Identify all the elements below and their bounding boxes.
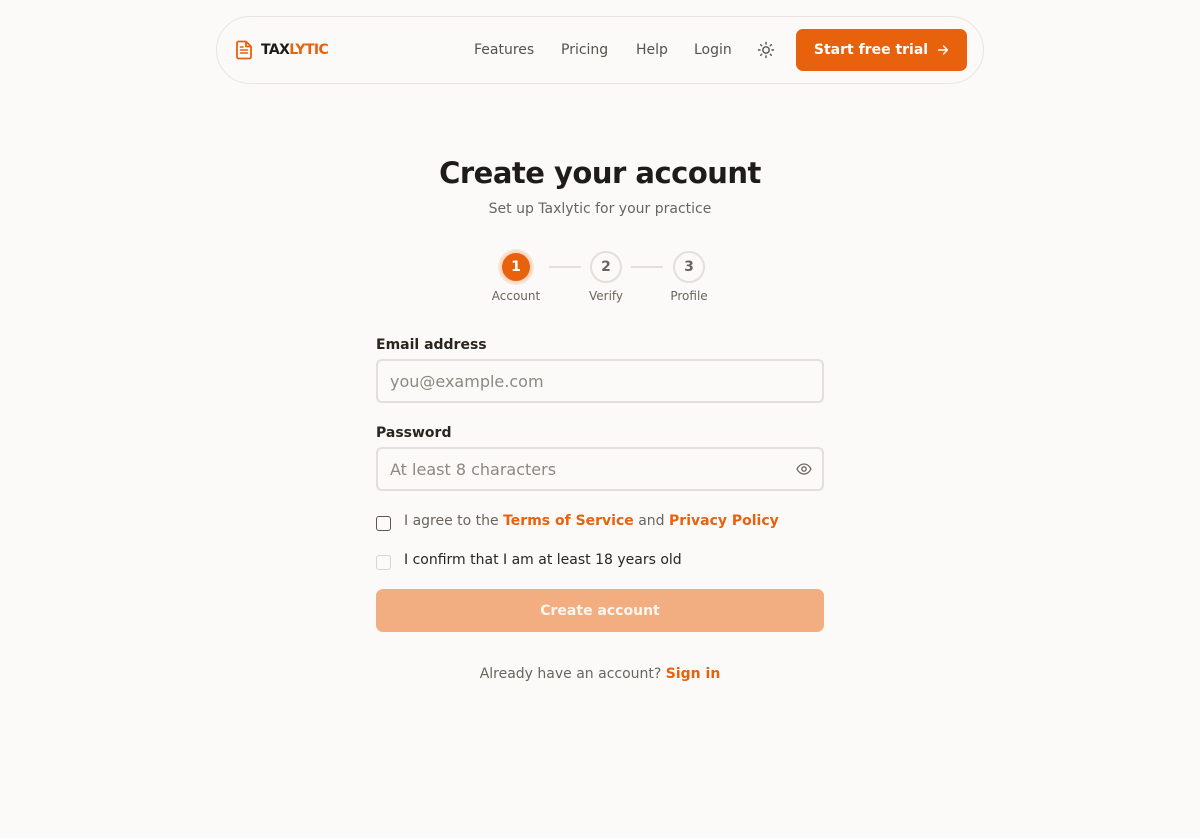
password-field[interactable]	[378, 449, 822, 489]
step-label: Account	[491, 289, 541, 303]
email-field[interactable]	[378, 361, 822, 401]
terms-middle: and	[633, 513, 670, 529]
nav-link-pricing[interactable]: Pricing	[561, 41, 608, 59]
create-account-button[interactable]: Create account	[376, 589, 824, 632]
age-checkbox[interactable]	[376, 554, 391, 570]
arrow-right-icon	[937, 45, 949, 55]
top-navbar: TAXLYTIC Features Pricing Help Login Sta…	[216, 16, 984, 84]
eye-icon[interactable]	[796, 462, 812, 476]
nav-link-help[interactable]: Help	[636, 41, 668, 59]
page-subtitle: Set up Taxlytic for your practice	[488, 201, 712, 217]
step-label: Verify	[588, 289, 624, 303]
step-profile: 3 Profile	[654, 251, 724, 304]
step-label: Profile	[670, 289, 708, 303]
step-verify: 2 Verify	[571, 251, 641, 304]
step-account: 1 Account	[481, 251, 551, 304]
terms-row: I agree to the Terms of Service and Priv…	[376, 511, 779, 531]
terms-of-service-link[interactable]: Terms of Service	[503, 513, 634, 529]
signin-prompt-text: Already have an account?	[479, 666, 666, 682]
age-row: I confirm that I am at least 18 years ol…	[376, 550, 682, 570]
start-free-trial-label: Start free trial	[813, 42, 929, 58]
terms-text: I agree to the Terms of Service and Priv…	[404, 512, 779, 530]
page-title: Create your account	[439, 156, 761, 190]
password-field-wrapper	[376, 447, 824, 491]
age-text: I confirm that I am at least 18 years ol…	[404, 552, 682, 568]
terms-checkbox[interactable]	[376, 515, 391, 531]
password-label: Password	[376, 425, 452, 441]
nav-link-features[interactable]: Features	[474, 41, 534, 59]
step-number: 3	[673, 251, 705, 283]
step-number: 2	[590, 251, 622, 283]
start-free-trial-button[interactable]: Start free trial	[796, 29, 967, 71]
sun-icon[interactable]	[757, 41, 775, 59]
privacy-policy-link[interactable]: Privacy Policy	[669, 513, 779, 529]
step-number: 1	[500, 251, 532, 283]
email-label: Email address	[376, 337, 487, 353]
signin-prompt: Already have an account? Sign in	[0, 665, 1200, 683]
nav-links: Features Pricing Help Login Start free t…	[217, 17, 983, 83]
sign-in-link[interactable]: Sign in	[666, 666, 721, 682]
email-field-wrapper	[376, 359, 824, 403]
nav-link-login[interactable]: Login	[694, 41, 732, 59]
terms-prefix: I agree to the	[404, 513, 504, 529]
